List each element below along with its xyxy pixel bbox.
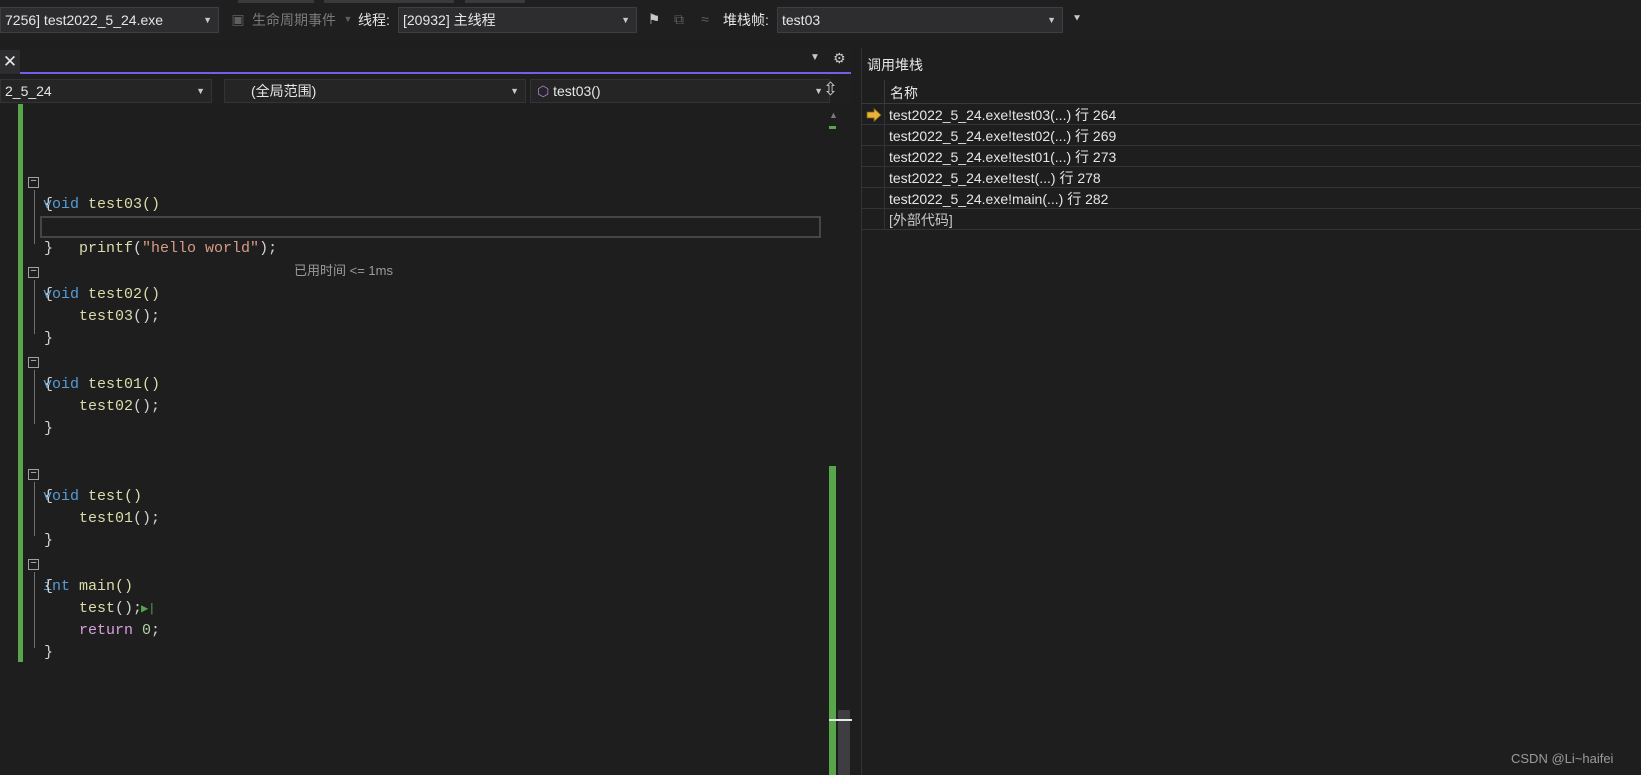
collapse-icon[interactable]: − [28, 559, 39, 570]
call-stack-header [862, 80, 1641, 104]
editor-tab-strip [0, 48, 851, 74]
code-line: { [44, 196, 54, 213]
change-tracking-bar [18, 104, 23, 662]
project-dropdown[interactable]: 2_5_24 ▼ [0, 79, 212, 103]
code-line: } [44, 532, 54, 549]
chevron-down-icon: ▼ [510, 86, 519, 96]
code-line: { [44, 488, 54, 505]
scroll-up-icon[interactable]: ▲ [829, 110, 838, 120]
chevron-down-icon: ▼ [196, 86, 205, 96]
scope-value: (全局范围) [251, 83, 317, 99]
thread-dropdown[interactable]: [20932] 主线程 ▼ [398, 7, 637, 33]
collapse-icon[interactable]: − [28, 177, 39, 188]
stack-frame-label: 堆栈帧: [723, 12, 769, 28]
lifecycle-events-button[interactable]: 生命周期事件 [252, 7, 336, 33]
thread-value: [20932] 主线程 [403, 12, 496, 28]
chevron-down-icon: ▼ [203, 15, 212, 25]
code-line: test02(); [79, 398, 161, 415]
lifecycle-events-icon: ▣ [231, 11, 245, 27]
member-dropdown[interactable]: ⬡ test03() ▼ [530, 79, 830, 103]
code-line: } [44, 330, 54, 347]
call-stack-row[interactable]: test2022_5_24.exe!test01(...) 行 273 [862, 146, 1641, 167]
watermark: CSDN @Li~haifei [1511, 751, 1614, 766]
chevron-down-icon: ▼ [814, 86, 823, 96]
show-flagged-threads-icon[interactable]: ⧉ [670, 10, 688, 28]
method-cube-icon: ⬡ [537, 83, 550, 99]
flag-thread-icon[interactable]: ⚑ [645, 10, 663, 28]
collapse-icon[interactable]: − [28, 267, 39, 278]
call-stack-row[interactable]: test2022_5_24.exe!test(...) 行 278 [862, 167, 1641, 188]
chevron-down-icon: ▼ [343, 14, 353, 24]
navigation-bar: 2_5_24 ▼ (全局范围) ▼ ⬡ test03() ▼ [0, 76, 851, 104]
code-line: } [44, 644, 54, 661]
code-line: return 0; [79, 622, 161, 639]
scope-dropdown[interactable]: (全局范围) ▼ [224, 79, 526, 103]
code-line: { [44, 578, 54, 595]
current-line-highlight [40, 216, 821, 238]
code-line: − void test01() [0, 352, 821, 393]
close-tab-icon[interactable]: ✕ [0, 50, 20, 74]
call-stack-header-gutter [862, 80, 885, 104]
code-line: } [44, 420, 54, 437]
call-stack-title: 调用堆栈 [867, 57, 923, 73]
process-dropdown[interactable]: 7256] test2022_5_24.exe ▼ [0, 7, 219, 33]
chevron-down-icon: ▼ [621, 15, 630, 25]
show-threads-in-source-icon[interactable]: ≈ [696, 10, 714, 28]
collapse-icon[interactable]: − [28, 357, 39, 368]
current-frame-arrow-icon [866, 108, 882, 122]
debug-toolbar: 7256] test2022_5_24.exe ▼ ▣ 生命周期事件 ▼ 线程:… [0, 0, 1641, 40]
scroll-caret-marker [829, 719, 852, 721]
scroll-change-marker [829, 126, 836, 129]
call-stack-row[interactable]: test2022_5_24.exe!test02(...) 行 269 [862, 125, 1641, 146]
code-line: − void test() [0, 464, 821, 505]
code-line: test(); [79, 600, 143, 617]
member-value: test03() [553, 83, 601, 99]
process-value: 7256] test2022_5_24.exe [5, 12, 164, 28]
code-line: } [44, 240, 54, 257]
call-stack-row-external[interactable]: [外部代码] [862, 209, 1641, 230]
scroll-change-marker [829, 466, 836, 775]
code-line: { [44, 376, 54, 393]
project-value: 2_5_24 [5, 83, 52, 99]
stack-frame-value: test03 [782, 12, 821, 28]
code-text-area[interactable]: − void test03() { printf("hello world"); … [0, 104, 821, 775]
column-header-name[interactable]: 名称 [890, 83, 918, 103]
tab-list-dropdown-icon[interactable]: ▼ [810, 52, 820, 63]
gear-icon[interactable]: ⚙ [833, 50, 846, 67]
code-line: − int main() ▶| [0, 554, 821, 616]
code-line: − void test03() [0, 172, 821, 213]
toolbar-overflow-icon[interactable]: ⯆ [1068, 10, 1086, 28]
call-stack-row[interactable]: test2022_5_24.exe!main(...) 行 282 [862, 188, 1641, 209]
stack-frame-dropdown[interactable]: test03 ▼ [777, 7, 1063, 33]
code-line: − void test02() [0, 262, 821, 303]
vertical-scrollbar[interactable] [821, 104, 851, 775]
code-line: { [44, 286, 54, 303]
chevron-down-icon: ▼ [1047, 15, 1056, 25]
thread-label: 线程: [358, 12, 390, 28]
collapse-icon[interactable]: − [28, 469, 39, 480]
call-stack-row[interactable]: test2022_5_24.exe!test03(...) 行 264 [862, 104, 1641, 125]
code-line: test03(); [79, 308, 161, 325]
code-line: test01(); [79, 510, 161, 527]
split-editor-icon[interactable]: ⇳ [823, 79, 838, 100]
